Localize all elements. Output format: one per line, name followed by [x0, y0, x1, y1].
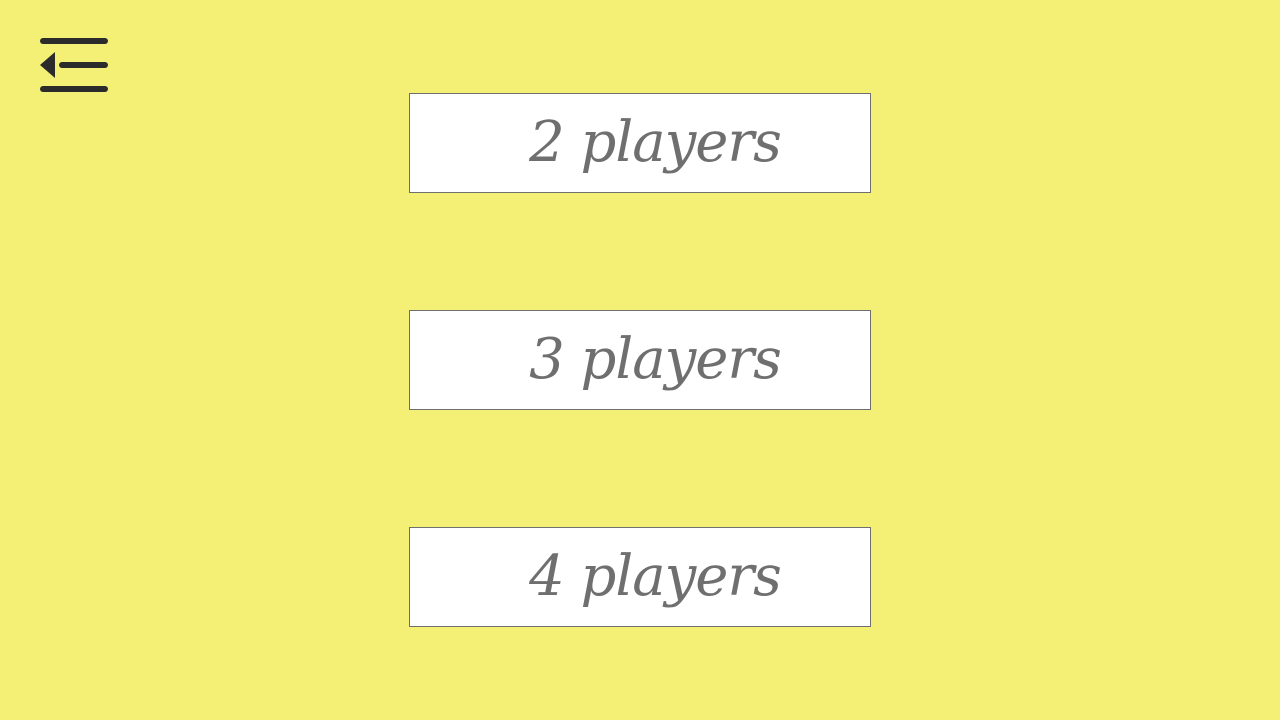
four-players-button[interactable]: 4 players — [409, 527, 871, 627]
menu-button[interactable] — [38, 36, 110, 96]
two-players-label: 2 players — [529, 110, 782, 175]
four-players-label: 4 players — [529, 544, 782, 609]
three-players-label: 3 players — [529, 327, 782, 392]
menu-collapse-icon — [40, 38, 108, 92]
three-players-button[interactable]: 3 players — [409, 310, 871, 410]
two-players-button[interactable]: 2 players — [409, 93, 871, 193]
